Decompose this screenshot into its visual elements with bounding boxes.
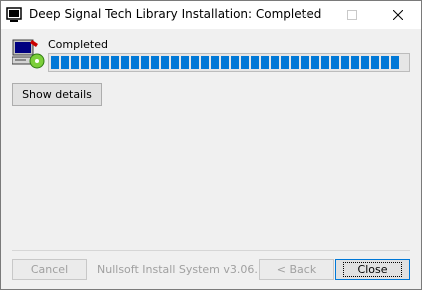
progress-segment	[351, 56, 359, 69]
cancel-button[interactable]: Cancel	[12, 259, 87, 280]
progress-segment	[291, 56, 299, 69]
maximize-button[interactable]	[329, 1, 375, 29]
progress-segment	[51, 56, 59, 69]
minimize-icon	[301, 14, 311, 16]
progress-segment	[211, 56, 219, 69]
status-label: Completed	[48, 38, 108, 51]
progress-segment	[301, 56, 309, 69]
progress-segment	[201, 56, 209, 69]
progress-segment	[361, 56, 369, 69]
progress-segment	[171, 56, 179, 69]
close-window-button[interactable]	[375, 1, 421, 29]
back-label: < Back	[276, 263, 317, 276]
window-title: Deep Signal Tech Library Installation: C…	[29, 7, 322, 21]
show-details-label: Show details	[22, 88, 92, 101]
close-icon	[393, 10, 403, 20]
progress-segment	[131, 56, 139, 69]
progress-segment	[321, 56, 329, 69]
minimize-button[interactable]	[283, 1, 329, 29]
progress-bar	[48, 53, 410, 72]
close-button[interactable]: Close	[335, 259, 410, 280]
progress-segment	[61, 56, 69, 69]
progress-segment	[161, 56, 169, 69]
progress-segment	[341, 56, 349, 69]
installer-window-icon	[6, 7, 22, 22]
progress-segment	[281, 56, 289, 69]
progress-segment	[181, 56, 189, 69]
title-bar[interactable]: Deep Signal Tech Library Installation: C…	[1, 1, 421, 29]
computer-installer-icon	[12, 39, 45, 69]
progress-segment	[101, 56, 109, 69]
progress-segment	[151, 56, 159, 69]
progress-segment	[251, 56, 259, 69]
footer-separator	[12, 250, 410, 251]
progress-segment	[261, 56, 269, 69]
close-label: Close	[342, 262, 403, 277]
progress-segment	[391, 56, 399, 69]
progress-segment	[141, 56, 149, 69]
progress-segment	[111, 56, 119, 69]
installer-brand: Nullsoft Install System v3.06.1	[97, 263, 265, 276]
back-button[interactable]: < Back	[259, 259, 334, 280]
maximize-icon	[347, 10, 357, 20]
progress-segment	[331, 56, 339, 69]
progress-segment	[191, 56, 199, 69]
progress-segment	[231, 56, 239, 69]
progress-segment	[271, 56, 279, 69]
progress-segment	[371, 56, 379, 69]
progress-segment	[81, 56, 89, 69]
progress-segment	[311, 56, 319, 69]
progress-segment	[121, 56, 129, 69]
cancel-label: Cancel	[30, 263, 69, 276]
show-details-button[interactable]: Show details	[12, 83, 102, 106]
progress-segment	[381, 56, 389, 69]
progress-segment	[241, 56, 249, 69]
progress-segment	[71, 56, 79, 69]
installer-window: Deep Signal Tech Library Installation: C…	[0, 0, 422, 290]
progress-segment	[91, 56, 99, 69]
progress-segment	[221, 56, 229, 69]
